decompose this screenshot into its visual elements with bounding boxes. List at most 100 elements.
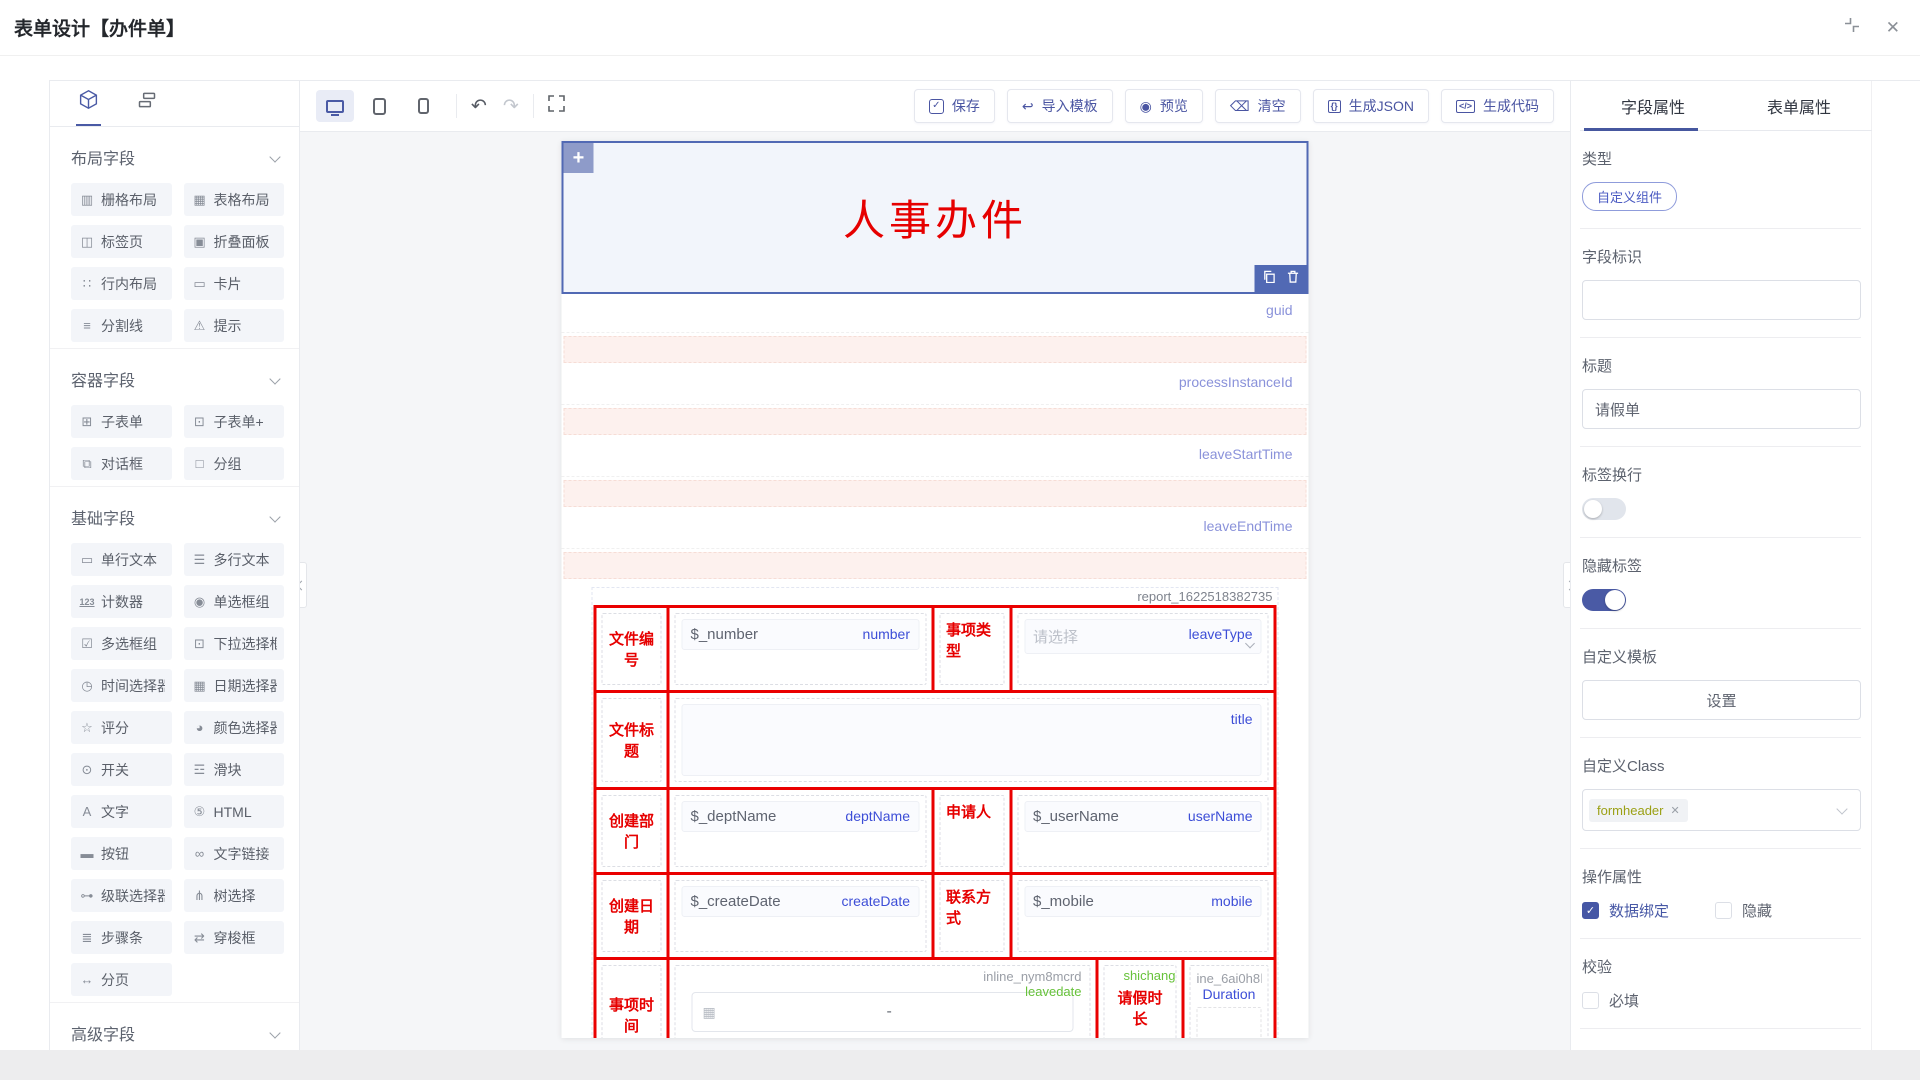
- copy-icon[interactable]: [1262, 270, 1275, 288]
- tab-form-properties[interactable]: 表单属性: [1726, 81, 1872, 130]
- cell-date-range-field[interactable]: inline_nym8mcrd leavedate ▦ -: [667, 960, 1096, 1038]
- compress-icon[interactable]: [1844, 17, 1860, 38]
- cell-label[interactable]: 创建部门: [597, 790, 667, 872]
- chip-radio-group[interactable]: ◉单选框组: [184, 585, 285, 618]
- cell-userName-field[interactable]: $_userNameuserName: [1009, 790, 1274, 872]
- chip-time-picker[interactable]: ◷时间选择器: [71, 669, 172, 702]
- hide-label-toggle[interactable]: [1582, 589, 1626, 611]
- tab-outline[interactable]: [135, 81, 159, 126]
- hidden-field-placeholder[interactable]: [564, 552, 1307, 579]
- chip-counter[interactable]: 123计数器: [71, 585, 172, 618]
- cell-label[interactable]: 文件编号: [597, 608, 667, 690]
- expand-icon[interactable]: [548, 95, 565, 117]
- section-header[interactable]: 布局字段: [71, 145, 284, 169]
- chip-pagination[interactable]: ↔分页: [71, 963, 172, 996]
- preview-button[interactable]: ◉预览: [1125, 89, 1203, 123]
- chip-inline-layout[interactable]: ∷行内布局: [71, 267, 172, 300]
- hidden-field-leaveStartTime[interactable]: leaveStartTime: [562, 438, 1309, 477]
- collapse-right-panel-button[interactable]: [1563, 562, 1570, 608]
- cell-duration-label[interactable]: shichang 请假时长: [1096, 960, 1182, 1038]
- remove-tag-icon[interactable]: ✕: [1670, 804, 1679, 817]
- chip-switch[interactable]: ⊙开关: [71, 753, 172, 786]
- drag-handle-icon[interactable]: +: [564, 143, 594, 173]
- label-wrap-toggle[interactable]: [1582, 498, 1626, 520]
- data-bind-checkbox[interactable]: ✓数据绑定: [1582, 900, 1669, 921]
- report-table-container[interactable]: report_1622518382735 文件编号 $_numbernumber…: [592, 587, 1279, 1038]
- hidden-field-placeholder[interactable]: [564, 480, 1307, 507]
- required-checkbox[interactable]: 必填: [1582, 990, 1861, 1011]
- close-icon[interactable]: ✕: [1886, 18, 1900, 38]
- chip-card[interactable]: ▭卡片: [184, 267, 285, 300]
- clear-button[interactable]: ⌫清空: [1215, 89, 1301, 123]
- design-canvas[interactable]: + 人事办件 guid proce: [300, 132, 1570, 1050]
- hidden-field-placeholder[interactable]: [564, 408, 1307, 435]
- duration-input[interactable]: [1197, 1007, 1262, 1038]
- cell-label[interactable]: 事项类型: [931, 608, 1009, 690]
- undo-icon[interactable]: ↶: [471, 97, 487, 116]
- generate-json-button[interactable]: {}生成JSON: [1313, 89, 1429, 123]
- title-input[interactable]: [1582, 389, 1861, 429]
- generate-code-button[interactable]: </>生成代码: [1441, 89, 1554, 123]
- cell-label[interactable]: 文件标题: [597, 693, 667, 787]
- tab-components[interactable]: [76, 81, 101, 126]
- chip-color-picker[interactable]: ◕颜色选择器: [184, 711, 285, 744]
- cell-number-field[interactable]: $_numbernumber: [667, 608, 932, 690]
- chip-divider[interactable]: ≡分割线: [71, 309, 172, 342]
- chip-alert[interactable]: ⚠提示: [184, 309, 285, 342]
- chip-tree-select[interactable]: ⋔树选择: [184, 879, 285, 912]
- save-button[interactable]: ✓保存: [914, 89, 995, 123]
- hidden-field-leaveEndTime[interactable]: leaveEndTime: [562, 510, 1309, 549]
- hidden-field-processInstanceId[interactable]: processInstanceId: [562, 366, 1309, 405]
- device-desktop-button[interactable]: [316, 90, 354, 122]
- chip-steps[interactable]: ≣步骤条: [71, 921, 172, 954]
- cell-mobile-field[interactable]: $_mobilemobile: [1009, 875, 1274, 957]
- cell-label[interactable]: 事项时间: [597, 960, 667, 1038]
- chip-subform[interactable]: ⊞子表单: [71, 405, 172, 438]
- chip-checkbox-group[interactable]: ☑多选框组: [71, 627, 172, 660]
- chip-rate[interactable]: ☆评分: [71, 711, 172, 744]
- chip-multi-line-text[interactable]: ☰多行文本: [184, 543, 285, 576]
- chip-cascader[interactable]: ⊶级联选择器: [71, 879, 172, 912]
- chip-table-layout[interactable]: ▦表格布局: [184, 183, 285, 216]
- hide-checkbox[interactable]: 隐藏: [1715, 900, 1772, 921]
- hidden-field-guid[interactable]: guid: [562, 294, 1309, 333]
- chip-dialog[interactable]: ⧉对话框: [71, 447, 172, 480]
- section-header[interactable]: 容器字段: [71, 367, 284, 391]
- chip-group[interactable]: □分组: [184, 447, 285, 480]
- form-header-component-selected[interactable]: + 人事办件: [562, 141, 1309, 294]
- cell-leaveType-select[interactable]: 请选择leaveType: [1009, 608, 1274, 690]
- chip-text[interactable]: A文字: [71, 795, 172, 828]
- chip-tab-page[interactable]: ◫标签页: [71, 225, 172, 258]
- trash-icon[interactable]: [1286, 270, 1299, 288]
- custom-class-select[interactable]: formheader ✕: [1582, 789, 1861, 831]
- redo-icon[interactable]: ↷: [503, 97, 519, 116]
- cell-title-field[interactable]: title: [667, 693, 1274, 787]
- chip-select[interactable]: ⊡下拉选择框: [184, 627, 285, 660]
- collapse-left-panel-button[interactable]: [300, 562, 307, 608]
- chip-button[interactable]: ▬按钮: [71, 837, 172, 870]
- chip-subform-plus[interactable]: ⊡子表单+: [184, 405, 285, 438]
- chip-slider[interactable]: ☲滑块: [184, 753, 285, 786]
- field-id-input[interactable]: [1582, 280, 1861, 320]
- cell-label[interactable]: 创建日期: [597, 875, 667, 957]
- section-header[interactable]: 高级字段: [71, 1021, 284, 1045]
- chip-transfer[interactable]: ⇄穿梭框: [184, 921, 285, 954]
- chip-collapse-panel[interactable]: ▣折叠面板: [184, 225, 285, 258]
- section-header[interactable]: 基础字段: [71, 505, 284, 529]
- hidden-field-placeholder[interactable]: [564, 336, 1307, 363]
- device-phone-button[interactable]: [404, 90, 442, 122]
- chip-grid-layout[interactable]: ▥栅格布局: [71, 183, 172, 216]
- cell-deptName-field[interactable]: $_deptNamedeptName: [667, 790, 932, 872]
- cell-label[interactable]: 联系方式: [931, 875, 1009, 957]
- cell-label[interactable]: 申请人: [931, 790, 1009, 872]
- import-template-button[interactable]: ↩导入模板: [1007, 89, 1113, 123]
- template-setting-button[interactable]: 设置: [1582, 680, 1861, 720]
- cell-createDate-field[interactable]: $_createDatecreateDate: [667, 875, 932, 957]
- cell-duration-field[interactable]: ine_6ai0h8lr Duration: [1182, 960, 1274, 1038]
- tab-field-properties[interactable]: 字段属性: [1580, 81, 1726, 130]
- chip-single-line-text[interactable]: ▭单行文本: [71, 543, 172, 576]
- chip-html[interactable]: ⑤HTML: [184, 795, 285, 828]
- chip-text-link[interactable]: ∞文字链接: [184, 837, 285, 870]
- device-tablet-button[interactable]: [360, 90, 398, 122]
- chip-date-picker[interactable]: ▦日期选择器: [184, 669, 285, 702]
